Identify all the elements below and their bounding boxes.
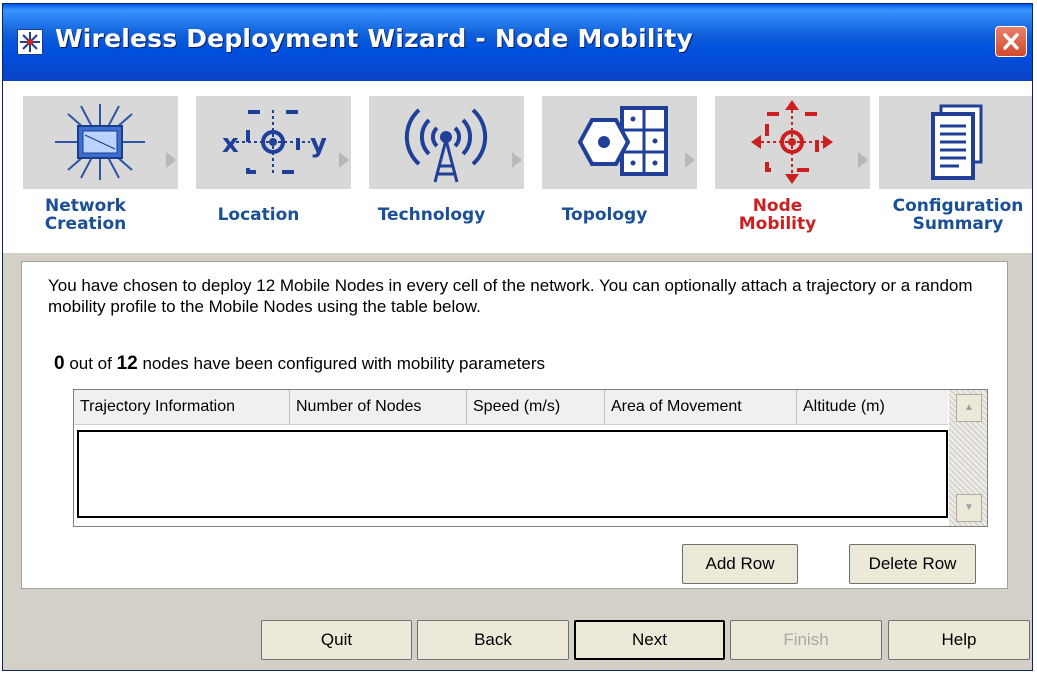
close-button[interactable] — [995, 26, 1027, 57]
close-icon — [1003, 33, 1019, 50]
back-button[interactable]: Back — [417, 620, 569, 660]
step-label-network-creation: Network Creation — [44, 196, 127, 234]
location-icon: x y — [222, 110, 327, 174]
title-bar[interactable]: Wireless Deployment Wizard - Node Mobili… — [3, 4, 1032, 81]
step-label-location: Location — [217, 205, 300, 225]
column-header-trajectory[interactable]: Trajectory Information — [74, 390, 290, 424]
column-header-area-of-movement[interactable]: Area of Movement — [605, 390, 797, 424]
quit-button[interactable]: Quit — [261, 620, 412, 660]
step-node-mobility — [715, 96, 870, 189]
step-topology — [542, 96, 697, 189]
add-row-button[interactable]: Add Row — [682, 544, 798, 584]
scroll-down-icon[interactable]: ▼ — [956, 494, 982, 522]
mobility-icon — [751, 100, 833, 184]
column-header-altitude[interactable]: Altitude (m) — [797, 390, 948, 424]
table-body[interactable] — [77, 430, 948, 518]
status-mid-text: out of — [69, 354, 112, 373]
network-icon — [55, 104, 145, 180]
step-label-node-mobility: Node Mobility — [738, 196, 817, 234]
step-arrow-icon — [166, 152, 176, 168]
step-configuration-summary — [879, 96, 1032, 189]
step-label-configuration-summary: Configuration Summary — [892, 196, 1024, 234]
scroll-up-icon[interactable]: ▲ — [956, 394, 982, 422]
total-count: 12 — [116, 353, 138, 374]
step-network-creation — [23, 96, 178, 189]
step-label-topology: Topology — [561, 205, 648, 225]
description-text: You have chosen to deploy 12 Mobile Node… — [48, 276, 973, 316]
finish-button[interactable]: Finish — [730, 620, 882, 660]
topology-icon — [577, 106, 668, 176]
wizard-window: Wireless Deployment Wizard - Node Mobili… — [2, 3, 1033, 671]
step-technology — [369, 96, 524, 189]
step-label-technology: Technology — [377, 205, 486, 225]
step-arrow-icon — [512, 152, 522, 168]
status-end-text: nodes have been configured with mobility… — [142, 354, 546, 373]
step-location: x y — [196, 96, 351, 189]
table-header: Trajectory Information Number of Nodes S… — [74, 390, 948, 425]
document-icon — [931, 104, 983, 180]
configured-count: 0 — [54, 353, 65, 374]
step-arrow-icon — [339, 152, 349, 168]
delete-row-button[interactable]: Delete Row — [849, 544, 976, 584]
configured-status: 0 out of 12 nodes have been configured w… — [54, 353, 545, 375]
column-header-speed[interactable]: Speed (m/s) — [467, 390, 605, 424]
table-scrollbar[interactable]: ▲ ▼ — [949, 390, 987, 526]
antenna-icon — [404, 108, 488, 183]
svg-text:x: x — [222, 129, 239, 159]
column-header-number-of-nodes[interactable]: Number of Nodes — [290, 390, 467, 424]
step-arrow-icon — [858, 152, 868, 168]
help-button[interactable]: Help — [888, 620, 1030, 660]
wizard-steps: Network Creation x y Location Technology… — [3, 81, 1032, 253]
svg-text:y: y — [310, 129, 327, 159]
step-arrow-icon — [685, 152, 695, 168]
window-title: Wireless Deployment Wizard - Node Mobili… — [55, 24, 694, 53]
mobility-table[interactable]: Trajectory Information Number of Nodes S… — [73, 389, 988, 527]
app-icon — [17, 29, 43, 55]
next-button[interactable]: Next — [574, 620, 725, 660]
